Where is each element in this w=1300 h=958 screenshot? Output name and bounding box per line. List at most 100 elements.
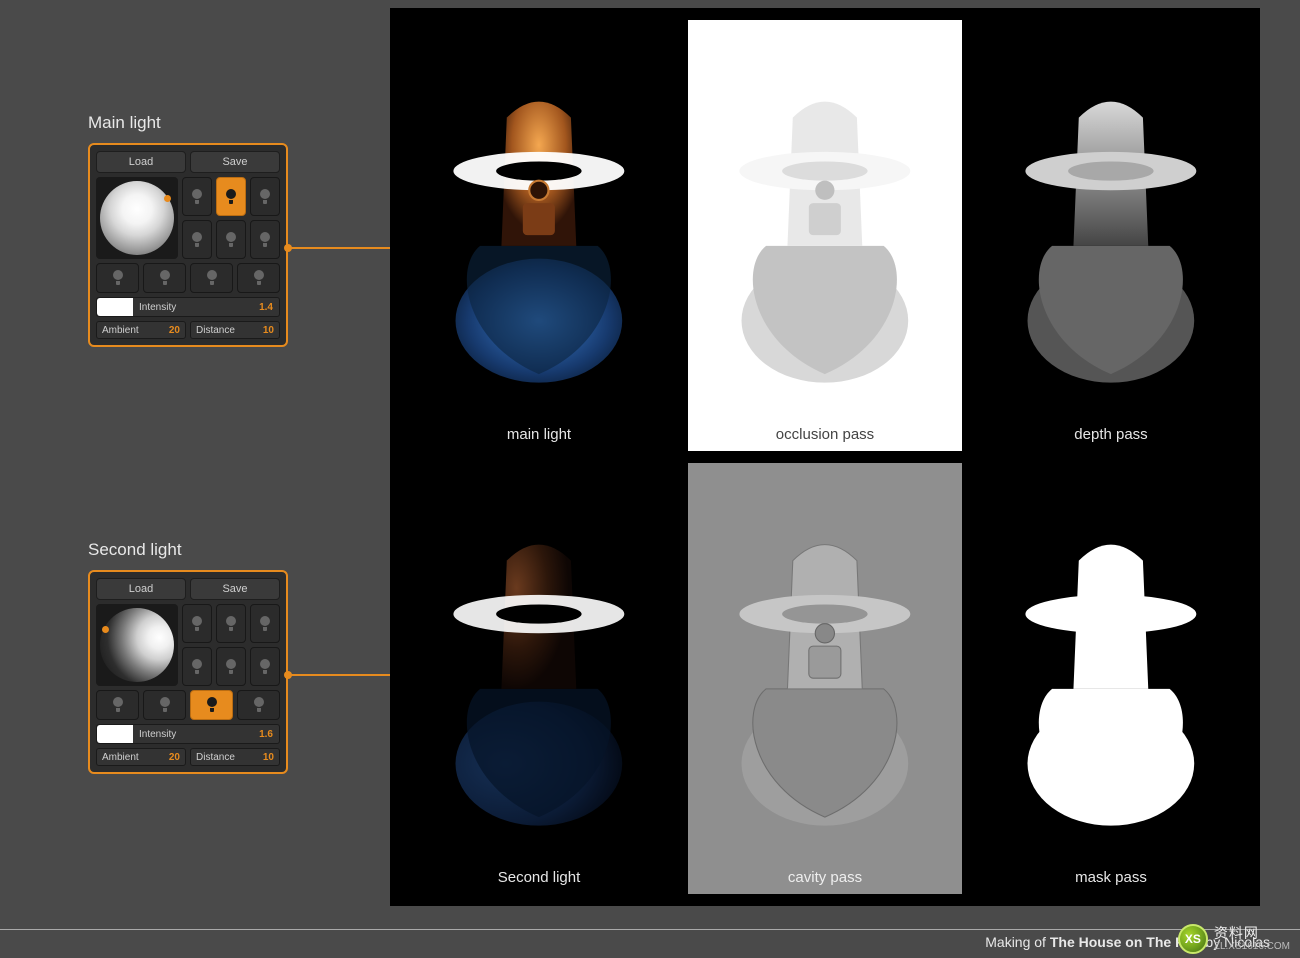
intensity-value: 1.4 bbox=[259, 302, 279, 313]
light-slot-7[interactable] bbox=[143, 690, 186, 720]
render-caption: mask pass bbox=[974, 869, 1248, 886]
light-direction-sphere[interactable] bbox=[96, 604, 178, 686]
main-light-group: Main light Load Save bbox=[88, 113, 288, 347]
bulb-icon bbox=[111, 269, 125, 287]
bulb-icon bbox=[158, 696, 172, 714]
load-button[interactable]: Load bbox=[96, 151, 186, 173]
bulb-icon bbox=[190, 658, 204, 676]
light-slot-6[interactable] bbox=[96, 690, 139, 720]
render-caption: cavity pass bbox=[688, 869, 962, 886]
light-slot-6[interactable] bbox=[96, 263, 139, 293]
bulb-icon bbox=[190, 188, 204, 206]
light-slot-grid bbox=[182, 604, 280, 686]
bulb-icon bbox=[258, 615, 272, 633]
light-slot-2[interactable] bbox=[250, 177, 280, 216]
ambient-slider[interactable]: Ambient 20 bbox=[96, 748, 186, 766]
second-light-group: Second light Load Save bbox=[88, 540, 288, 774]
watermark-badge-icon: XS bbox=[1178, 924, 1208, 954]
render-image bbox=[1004, 52, 1218, 418]
intensity-value: 1.6 bbox=[259, 729, 279, 740]
main-light-title: Main light bbox=[88, 113, 288, 133]
light-slot-3[interactable] bbox=[182, 220, 212, 259]
render-caption: depth pass bbox=[974, 426, 1248, 443]
ambient-label: Ambient bbox=[102, 752, 139, 763]
watermark-url: ZL.XS1616.COM bbox=[1214, 941, 1290, 953]
bulb-icon bbox=[252, 269, 266, 287]
distance-slider[interactable]: Distance 10 bbox=[190, 748, 280, 766]
second-light-panel: Load Save Intensity bbox=[88, 570, 288, 774]
light-slot-9[interactable] bbox=[237, 690, 280, 720]
bulb-icon bbox=[258, 231, 272, 249]
light-dot[interactable] bbox=[164, 195, 171, 202]
ambient-value: 20 bbox=[169, 752, 180, 763]
bulb-icon bbox=[224, 231, 238, 249]
light-slot-1[interactable] bbox=[216, 177, 246, 216]
light-slot-0[interactable] bbox=[182, 177, 212, 216]
save-button[interactable]: Save bbox=[190, 151, 280, 173]
light-dot[interactable] bbox=[102, 626, 109, 633]
intensity-label: Intensity bbox=[133, 302, 259, 313]
save-button[interactable]: Save bbox=[190, 578, 280, 600]
light-slot-7[interactable] bbox=[143, 263, 186, 293]
render-caption: Second light bbox=[402, 869, 676, 886]
bulb-icon bbox=[252, 696, 266, 714]
intensity-slider[interactable]: Intensity 1.4 bbox=[96, 297, 280, 317]
render-mask: mask pass bbox=[974, 463, 1248, 894]
ambient-value: 20 bbox=[169, 325, 180, 336]
render-main-light: main light bbox=[402, 20, 676, 451]
bulb-icon bbox=[224, 188, 238, 206]
watermark: XS 资料网 ZL.XS1616.COM bbox=[1178, 924, 1290, 954]
light-slot-9[interactable] bbox=[237, 263, 280, 293]
light-slot-4[interactable] bbox=[216, 220, 246, 259]
bulb-icon bbox=[205, 696, 219, 714]
distance-slider[interactable]: Distance 10 bbox=[190, 321, 280, 339]
light-slot-3[interactable] bbox=[182, 647, 212, 686]
bulb-icon bbox=[258, 188, 272, 206]
light-slot-grid bbox=[182, 177, 280, 259]
light-slot-row2 bbox=[96, 690, 280, 720]
render-image bbox=[432, 495, 646, 861]
intensity-color-swatch[interactable] bbox=[97, 725, 133, 743]
light-slot-8[interactable] bbox=[190, 690, 233, 720]
bulb-icon bbox=[190, 615, 204, 633]
light-slot-4[interactable] bbox=[216, 647, 246, 686]
footer-divider bbox=[0, 929, 1300, 930]
distance-label: Distance bbox=[196, 752, 235, 763]
bulb-icon bbox=[258, 658, 272, 676]
render-second-light: Second light bbox=[402, 463, 676, 894]
bulb-icon bbox=[158, 269, 172, 287]
light-slot-1[interactable] bbox=[216, 604, 246, 643]
footer-prefix: Making of bbox=[985, 934, 1050, 950]
load-button[interactable]: Load bbox=[96, 578, 186, 600]
bulb-icon bbox=[190, 231, 204, 249]
intensity-color-swatch[interactable] bbox=[97, 298, 133, 316]
main-light-panel: Load Save Intensity bbox=[88, 143, 288, 347]
intensity-slider[interactable]: Intensity 1.6 bbox=[96, 724, 280, 744]
render-image bbox=[718, 495, 932, 861]
render-image bbox=[718, 52, 932, 418]
bulb-icon bbox=[205, 269, 219, 287]
render-grid: main light occlusion pass bbox=[390, 8, 1260, 906]
intensity-label: Intensity bbox=[133, 729, 259, 740]
render-image bbox=[432, 52, 646, 418]
distance-value: 10 bbox=[263, 752, 274, 763]
render-occlusion: occlusion pass bbox=[688, 20, 962, 451]
second-light-title: Second light bbox=[88, 540, 288, 560]
render-caption: occlusion pass bbox=[688, 426, 962, 443]
ambient-slider[interactable]: Ambient 20 bbox=[96, 321, 186, 339]
render-depth: depth pass bbox=[974, 20, 1248, 451]
distance-label: Distance bbox=[196, 325, 235, 336]
bulb-icon bbox=[111, 696, 125, 714]
watermark-cn: 资料网 bbox=[1214, 925, 1290, 941]
light-slot-5[interactable] bbox=[250, 220, 280, 259]
light-slot-5[interactable] bbox=[250, 647, 280, 686]
light-slot-2[interactable] bbox=[250, 604, 280, 643]
render-caption: main light bbox=[402, 426, 676, 443]
light-direction-sphere[interactable] bbox=[96, 177, 178, 259]
distance-value: 10 bbox=[263, 325, 274, 336]
bulb-icon bbox=[224, 615, 238, 633]
ambient-label: Ambient bbox=[102, 325, 139, 336]
light-slot-8[interactable] bbox=[190, 263, 233, 293]
watermark-text: 资料网 ZL.XS1616.COM bbox=[1214, 925, 1290, 953]
light-slot-0[interactable] bbox=[182, 604, 212, 643]
